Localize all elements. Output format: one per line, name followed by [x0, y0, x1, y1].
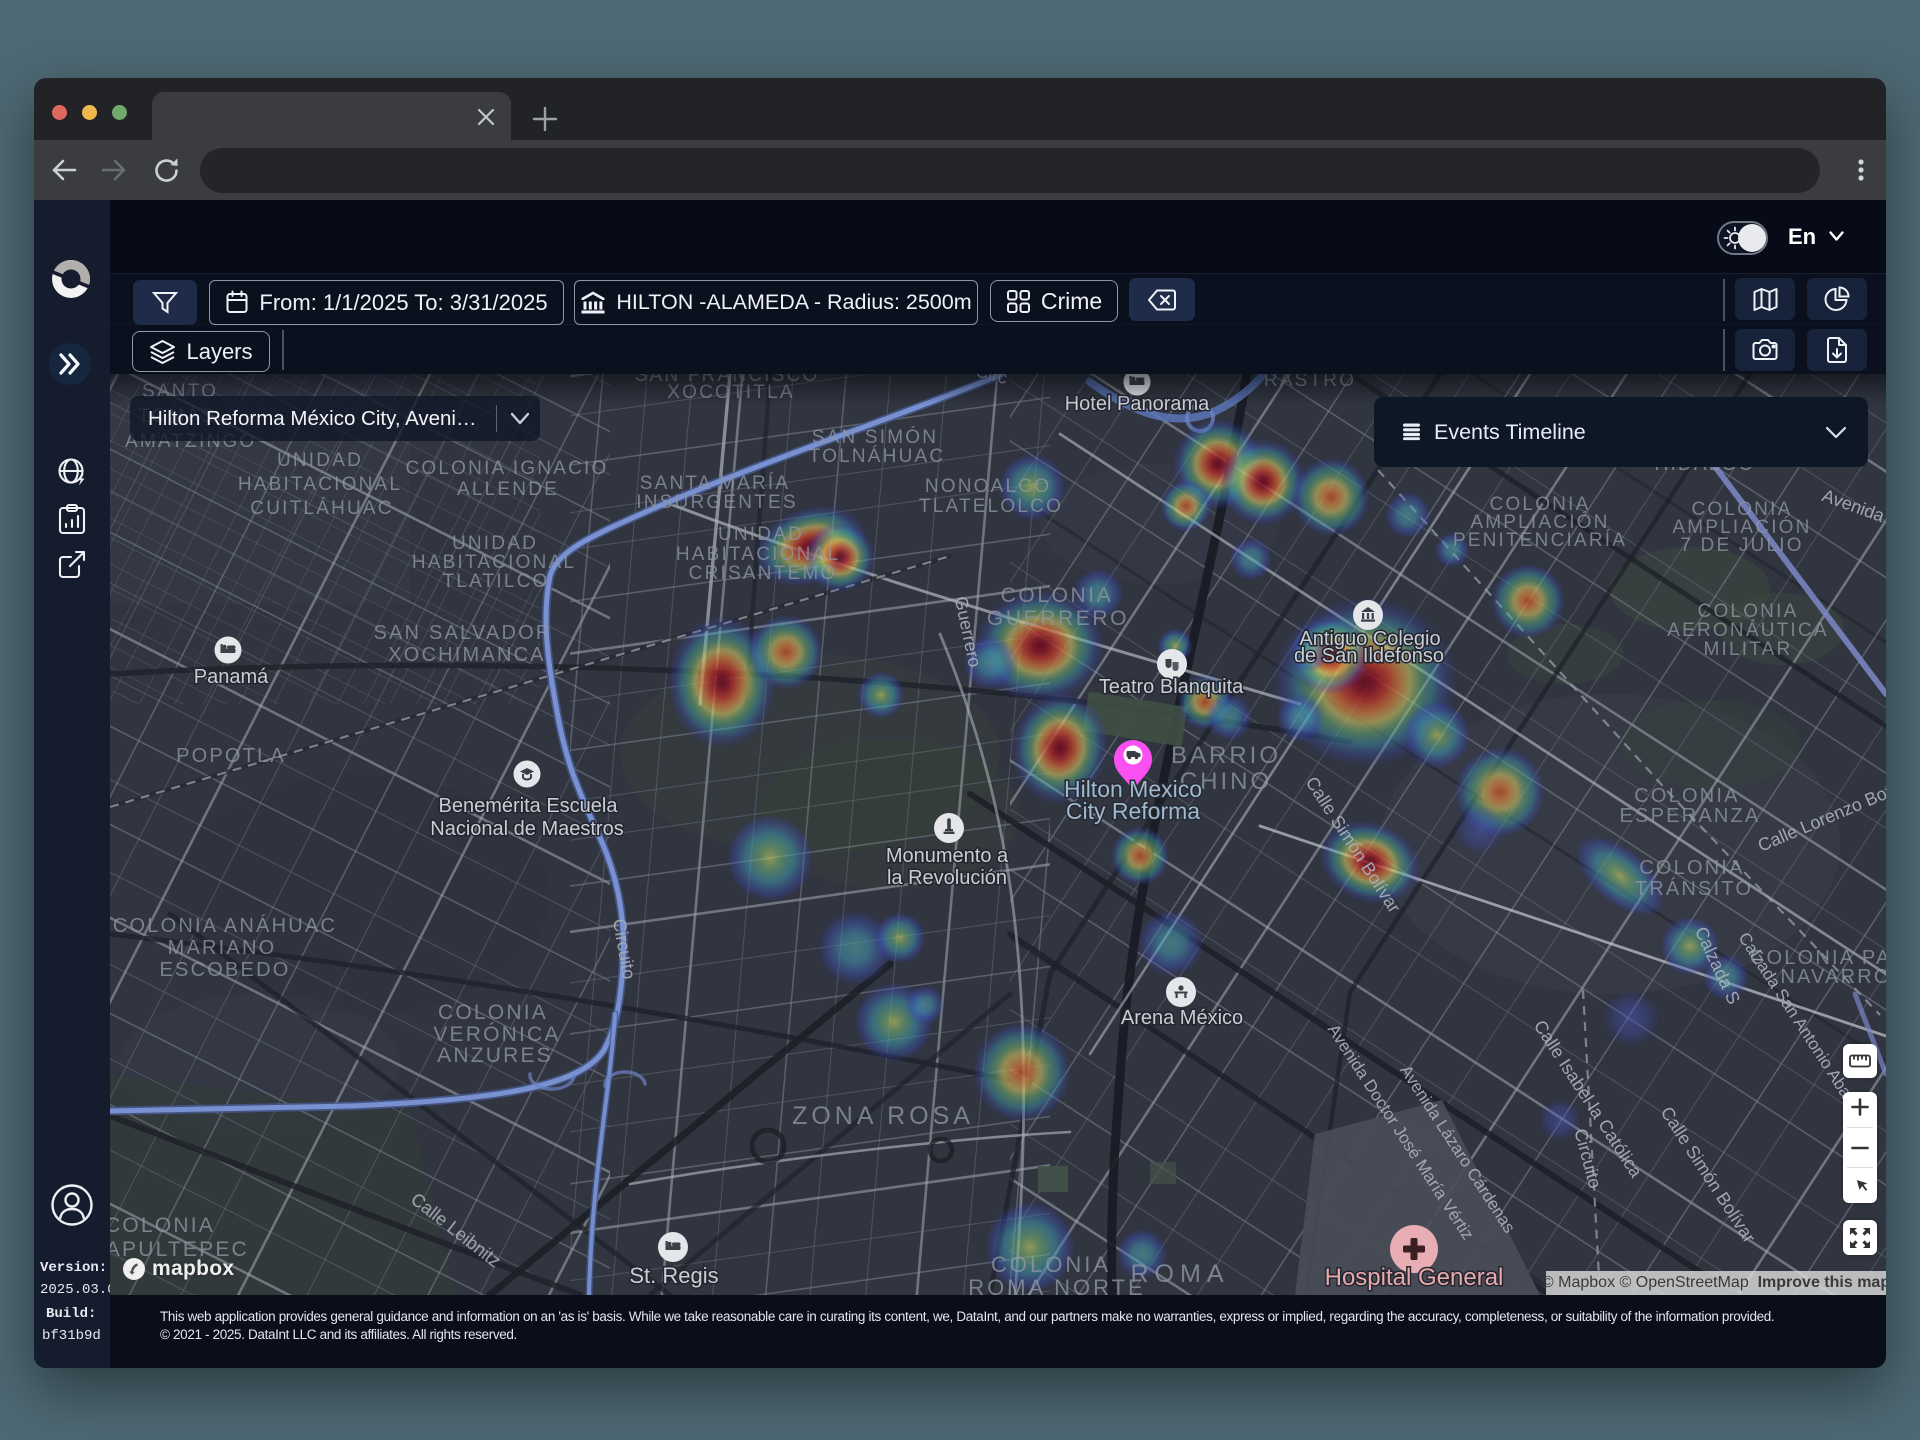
svg-text:TLATELOLCO: TLATELOLCO: [919, 496, 1063, 517]
svg-text:HABITACIONAL: HABITACIONAL: [412, 552, 576, 573]
svg-text:COLONIA: COLONIA: [1001, 584, 1114, 607]
svg-text:ALLENDE: ALLENDE: [457, 479, 559, 500]
svg-text:HABITACIONAL: HABITACIONAL: [676, 544, 840, 565]
svg-text:COLONIA: COLONIA: [1698, 601, 1799, 622]
svg-text:COLONIA: COLONIA: [1639, 857, 1744, 879]
svg-text:Nacional de Maestros: Nacional de Maestros: [430, 818, 623, 840]
svg-text:Teatro Blanquita: Teatro Blanquita: [1099, 676, 1244, 698]
svg-text:MARIANO: MARIANO: [168, 937, 277, 959]
svg-text:INSURGENTES: INSURGENTES: [636, 492, 797, 513]
svg-text:COLONIA: COLONIA: [1634, 785, 1739, 807]
svg-text:CRISANTEMO: CRISANTEMO: [689, 563, 838, 584]
svg-text:la Revolución: la Revolución: [887, 867, 1007, 889]
svg-text:COLONIA IGNACIO: COLONIA IGNACIO: [406, 458, 609, 479]
svg-text:COLONIA: COLONIA: [991, 1252, 1111, 1277]
svg-text:ESPERANZA: ESPERANZA: [1620, 805, 1761, 827]
svg-text:NAVARRO: NAVARRO: [1780, 966, 1886, 988]
svg-text:GUERRERO: GUERRERO: [987, 607, 1129, 630]
svg-text:XOCHIMANCA: XOCHIMANCA: [388, 644, 546, 666]
svg-text:ZONA ROSA: ZONA ROSA: [792, 1102, 974, 1130]
svg-text:UNIDAD: UNIDAD: [452, 533, 538, 554]
svg-text:TRÁNSITO: TRÁNSITO: [1635, 877, 1753, 900]
svg-text:AERONÁUTICA: AERONÁUTICA: [1667, 620, 1828, 641]
svg-text:TLATILCO: TLATILCO: [443, 571, 550, 592]
svg-text:POPOTLA: POPOTLA: [176, 745, 286, 767]
svg-text:ANZURES: ANZURES: [437, 1044, 553, 1067]
svg-text:7 DE JULIO: 7 DE JULIO: [1680, 535, 1803, 556]
svg-text:VERÓNICA: VERÓNICA: [433, 1023, 560, 1046]
svg-text:Panamá: Panamá: [194, 666, 269, 688]
svg-text:SANTA MARÍA: SANTA MARÍA: [640, 473, 791, 494]
svg-text:de San Ildefonso: de San Ildefonso: [1294, 645, 1444, 667]
svg-text:PENITENCIARÍA: PENITENCIARÍA: [1453, 530, 1627, 551]
svg-text:UNIDAD: UNIDAD: [277, 450, 363, 471]
svg-text:Monumento a: Monumento a: [886, 845, 1009, 867]
svg-text:COLONIA ANÁHUAC: COLONIA ANÁHUAC: [113, 914, 337, 937]
svg-text:Benemérita Escuela: Benemérita Escuela: [439, 795, 619, 817]
svg-text:UNIDAD: UNIDAD: [718, 524, 804, 545]
svg-text:St. Regis: St. Regis: [629, 1263, 718, 1288]
svg-text:Hospital General: Hospital General: [1325, 1264, 1504, 1291]
svg-text:NONOALCO: NONOALCO: [925, 476, 1051, 497]
svg-text:ROMA NORTE: ROMA NORTE: [968, 1275, 1146, 1295]
svg-text:COLONIA: COLONIA: [438, 1001, 548, 1024]
svg-text:COLONIA: COLONIA: [110, 1214, 215, 1237]
svg-text:ESCOBEDO: ESCOBEDO: [160, 959, 291, 981]
svg-text:BARRIO: BARRIO: [1171, 742, 1281, 769]
svg-text:SAN SALVADOR: SAN SALVADOR: [373, 622, 552, 644]
svg-text:Arena México: Arena México: [1121, 1007, 1243, 1029]
svg-text:TOLNÁHUAC: TOLNÁHUAC: [809, 446, 946, 467]
svg-text:City Reforma: City Reforma: [1066, 798, 1200, 824]
svg-text:SAN SIMÓN: SAN SIMÓN: [812, 426, 938, 448]
svg-text:CUITLÁHUAC: CUITLÁHUAC: [250, 498, 393, 519]
svg-text:HABITACIONAL: HABITACIONAL: [238, 474, 402, 495]
svg-text:ROMA: ROMA: [1131, 1260, 1230, 1288]
svg-text:MILITAR: MILITAR: [1704, 639, 1793, 660]
